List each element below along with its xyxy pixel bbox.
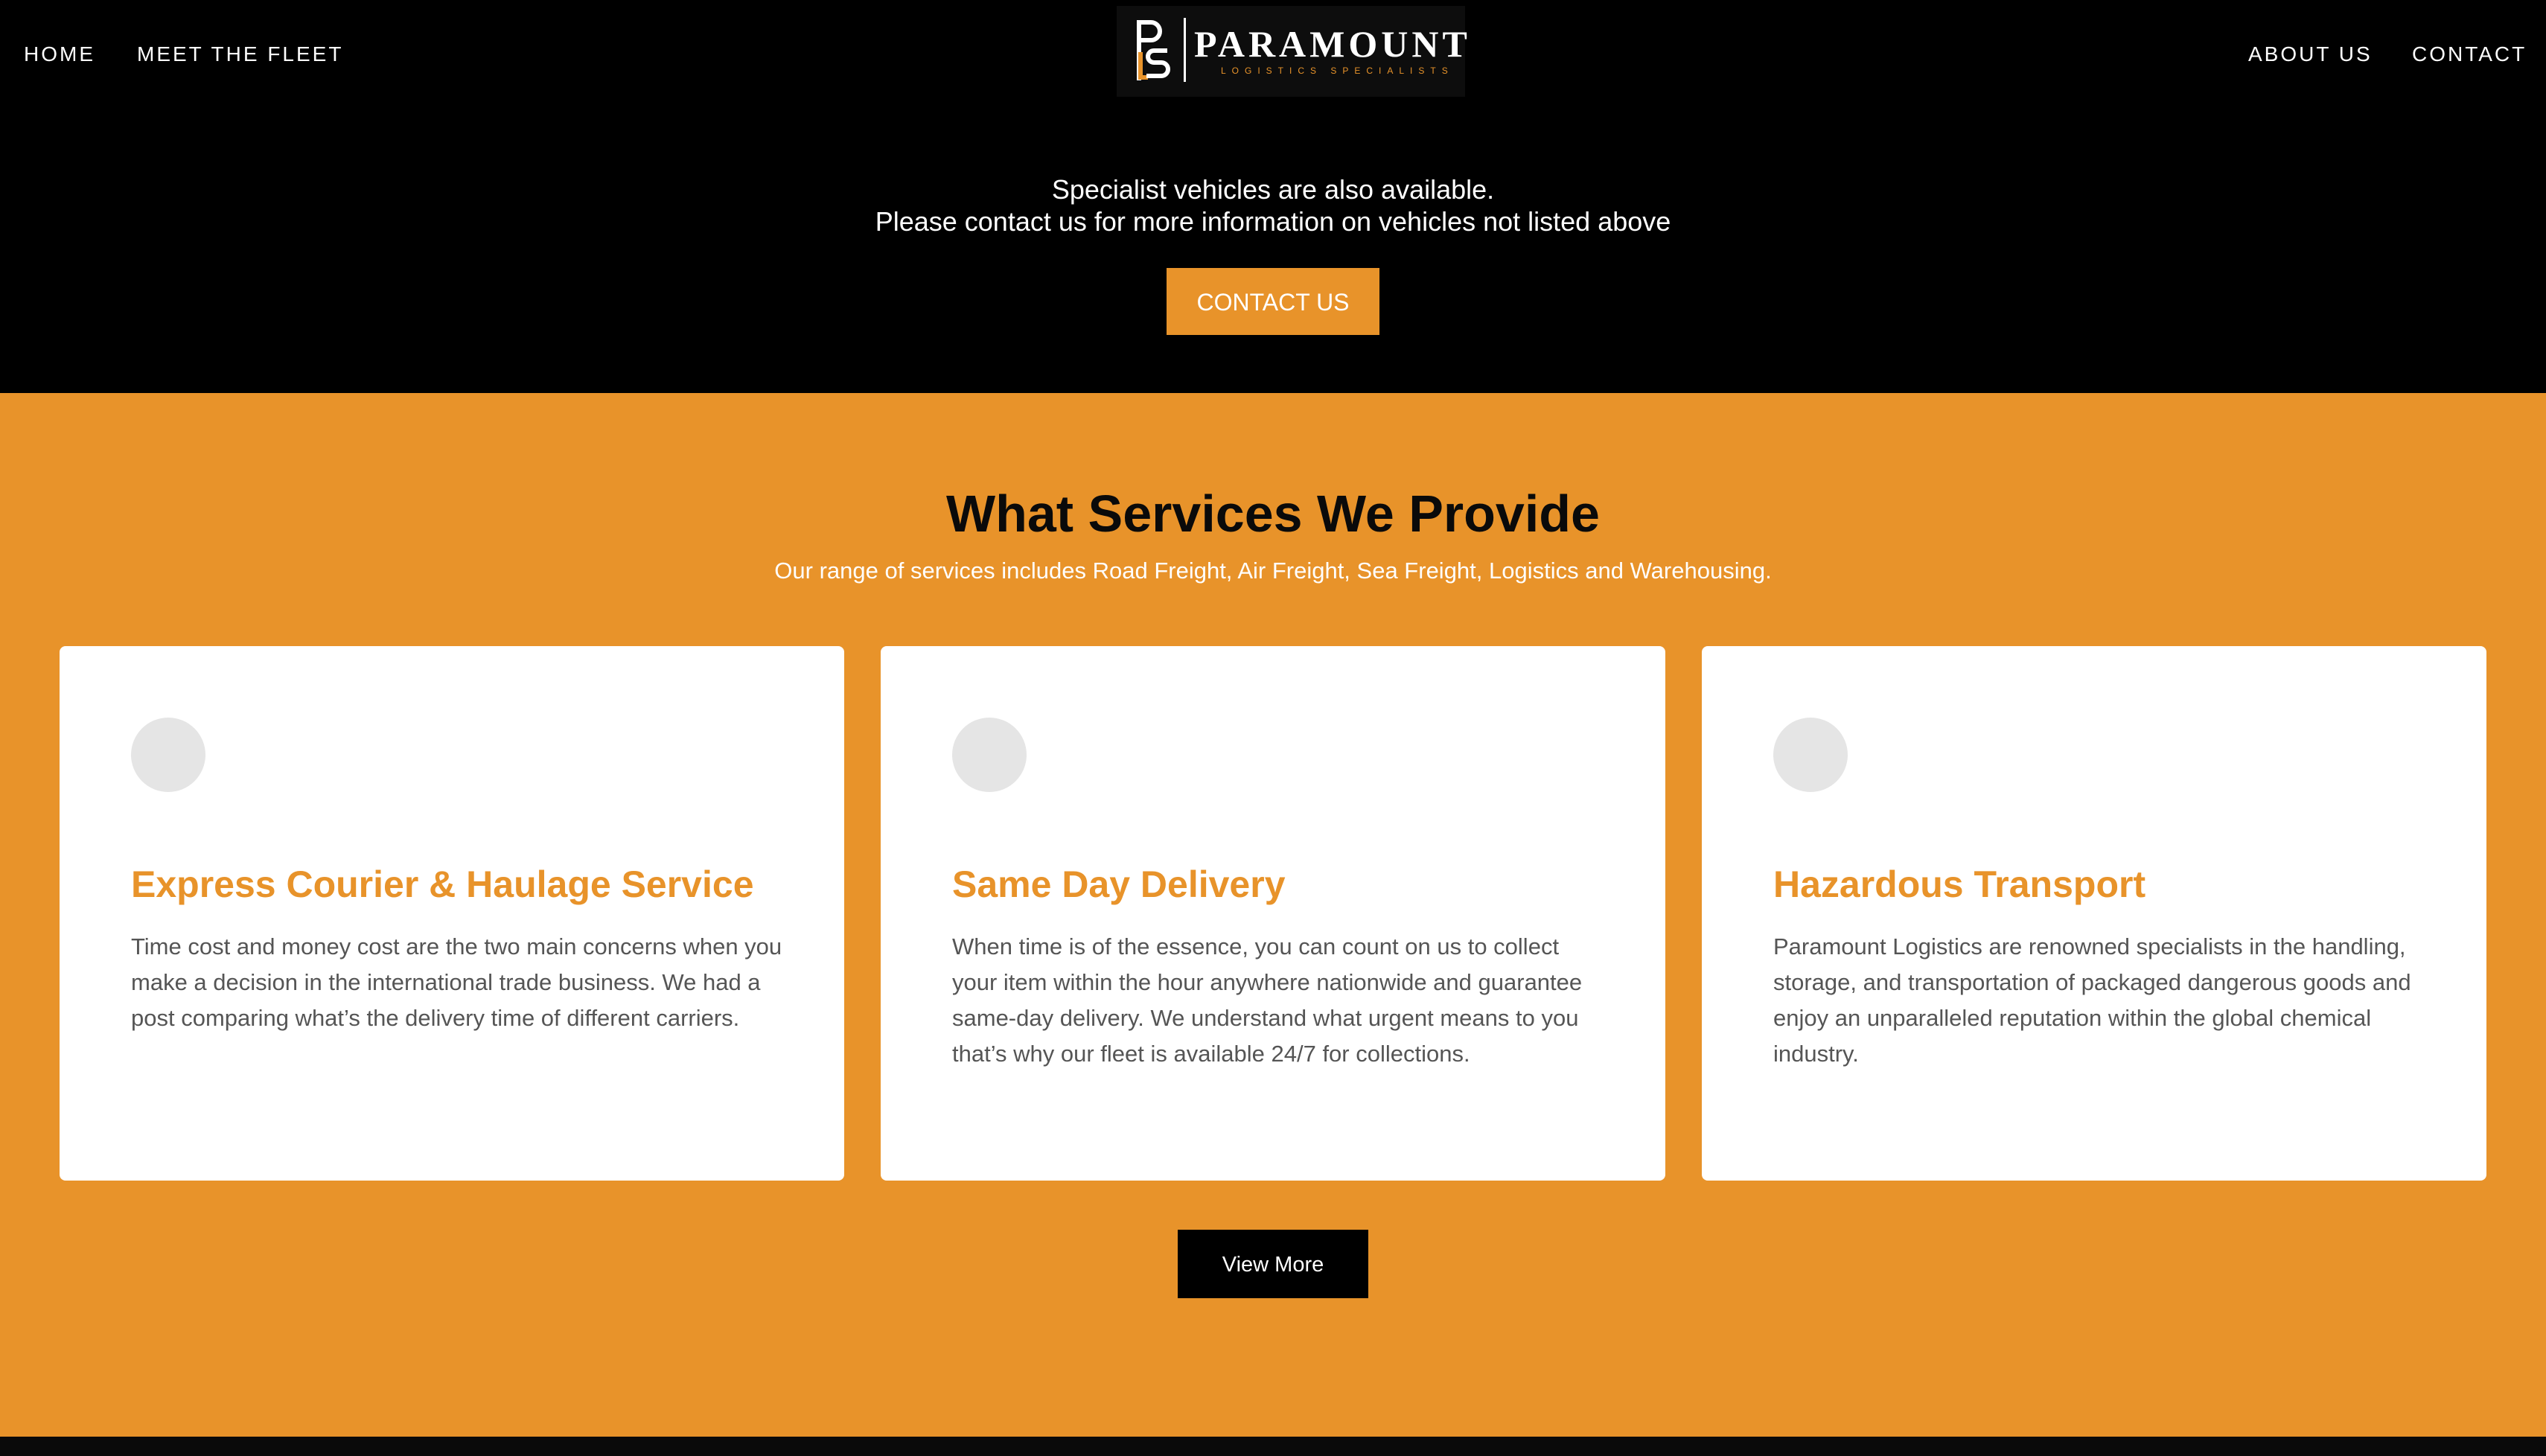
service-placeholder-icon	[1773, 718, 1848, 792]
logo-wordmark: PARAMOUNT	[1194, 23, 1471, 65]
nav-contact-link[interactable]: CONTACT	[2412, 42, 2527, 67]
service-card-text: Time cost and money cost are the two mai…	[131, 933, 782, 1031]
pls-monogram-icon	[1137, 20, 1170, 80]
specialist-line-1: Specialist vehicles are also available.	[1051, 174, 1495, 205]
nav-fleet-link[interactable]: MEET THE FLEET	[137, 42, 343, 67]
service-placeholder-icon	[131, 718, 205, 792]
contact-us-button[interactable]: CONTACT US	[1167, 268, 1379, 335]
service-card-title: Same Day Delivery	[952, 863, 1286, 905]
service-card-same-day[interactable]: Same Day Delivery When time is of the es…	[881, 646, 1665, 1181]
service-card-hazardous[interactable]: Hazardous Transport Paramount Logistics …	[1702, 646, 2486, 1181]
nav-about-link[interactable]: ABOUT US	[2248, 42, 2373, 67]
specialist-vehicles-section: Specialist vehicles are also available. …	[0, 104, 2546, 393]
paramount-logo[interactable]: PARAMOUNT LOGISTICS SPECIALISTS	[1117, 6, 1467, 97]
logo-divider	[1184, 18, 1186, 82]
service-placeholder-icon	[952, 718, 1027, 792]
service-card-title: Express Courier & Haulage Service	[131, 863, 754, 905]
service-card-express[interactable]: Express Courier & Haulage Service Time c…	[60, 646, 844, 1181]
nav-home-link[interactable]: HOME	[24, 42, 95, 67]
services-section: What Services We Provide Our range of se…	[0, 393, 2546, 1437]
specialist-line-2: Please contact us for more information o…	[875, 206, 1671, 237]
services-title: What Services We Provide	[946, 485, 1600, 543]
service-card-title: Hazardous Transport	[1773, 863, 2146, 905]
service-card-text: When time is of the essence, you can cou…	[952, 933, 1583, 1067]
site-header: HOME MEET THE FLEET PARAMOUNT LOGISTICS …	[0, 0, 2546, 104]
logo-tagline: LOGISTICS SPECIALISTS	[1221, 66, 1454, 76]
service-card-text: Paramount Logistics are renowned special…	[1773, 933, 2411, 1067]
footer-strip	[0, 1437, 2546, 1456]
view-more-button[interactable]: View More	[1178, 1230, 1368, 1298]
services-subtitle: Our range of services includes Road Frei…	[774, 558, 1772, 584]
